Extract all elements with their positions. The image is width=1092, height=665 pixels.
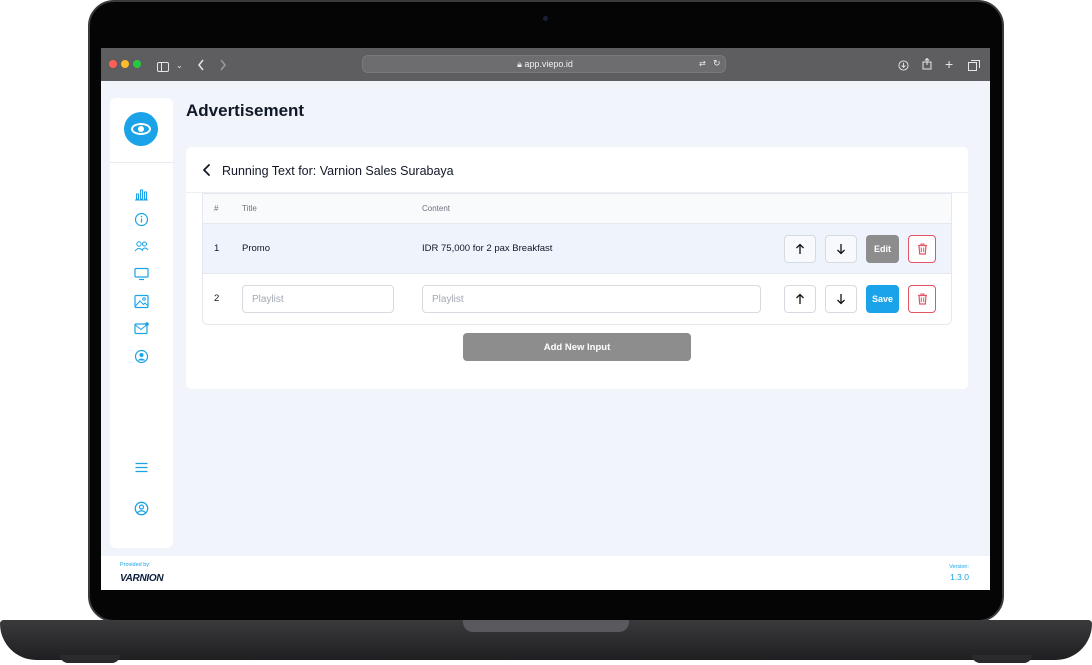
content-input[interactable]: [422, 285, 761, 313]
row-index: 2: [214, 293, 220, 304]
bar-chart-icon[interactable]: [134, 186, 149, 201]
move-down-button[interactable]: [825, 235, 857, 263]
card-title: Running Text for: Varnion Sales Surabaya: [222, 164, 454, 178]
user-circle-icon[interactable]: [134, 349, 149, 364]
page-title: Advertisement: [186, 101, 305, 120]
users-icon[interactable]: [134, 239, 149, 254]
close-window-button[interactable]: [109, 60, 117, 68]
sidebar: [110, 98, 173, 548]
header-title: Title: [242, 204, 257, 213]
new-tab-icon[interactable]: +: [945, 56, 953, 72]
arrow-down-icon: [837, 294, 845, 305]
camera: [543, 16, 548, 21]
reload-icon[interactable]: ↻: [713, 58, 721, 69]
trash-icon: [917, 243, 927, 255]
move-up-button[interactable]: [784, 285, 816, 313]
title-input[interactable]: [242, 285, 394, 313]
screen: ⌄ 🔒︎ app.viepo.id ⇄ ↻ + Advertisement Ru…: [101, 48, 990, 590]
row-title: Promo: [242, 243, 270, 254]
minimize-window-button[interactable]: [121, 60, 129, 68]
back-arrow-icon[interactable]: [202, 163, 212, 177]
mail-icon[interactable]: [134, 321, 149, 336]
laptop-foot-right: [972, 655, 1032, 663]
info-icon[interactable]: [134, 212, 149, 227]
monitor-icon[interactable]: [134, 266, 149, 281]
arrow-up-icon: [796, 293, 804, 304]
arrow-down-icon: [837, 244, 845, 255]
url-text: app.viepo.id: [524, 59, 573, 69]
laptop-notch: [463, 620, 629, 632]
header-content: Content: [422, 204, 451, 213]
share-icon[interactable]: [922, 57, 932, 75]
laptop-foot-left: [60, 655, 120, 663]
download-icon[interactable]: [898, 58, 909, 76]
app-logo[interactable]: [124, 112, 158, 146]
table-row: 2 Save: [203, 274, 951, 324]
provided-by-label: Provided by:: [120, 562, 151, 568]
table-header: # Title Content: [203, 194, 951, 224]
brand-logo: VARNION: [120, 573, 164, 584]
delete-button[interactable]: [908, 235, 936, 263]
back-nav-icon[interactable]: [197, 58, 205, 76]
add-new-input-button[interactable]: Add New Input: [463, 333, 691, 361]
image-icon[interactable]: [134, 294, 149, 309]
row-content: IDR 75,000 for 2 pax Breakfast: [422, 243, 553, 254]
address-bar[interactable]: 🔒︎ app.viepo.id ⇄ ↻: [362, 55, 726, 73]
chevron-down-icon[interactable]: ⌄: [176, 59, 183, 73]
sidebar-toggle-icon[interactable]: [157, 59, 169, 77]
maximize-window-button[interactable]: [133, 60, 141, 68]
edit-button[interactable]: Edit: [866, 235, 899, 263]
account-icon[interactable]: [134, 501, 149, 516]
menu-icon[interactable]: [134, 460, 149, 475]
footer: Provided by: VARNION Version: 1.3.0: [101, 556, 990, 590]
arrow-up-icon: [796, 243, 804, 254]
table-row: 1 Promo IDR 75,000 for 2 pax Breakfast E…: [203, 224, 951, 274]
lock-icon: 🔒︎: [517, 59, 522, 69]
running-text-table: # Title Content 1 Promo IDR 75,000 for 2…: [202, 193, 952, 325]
translate-icon[interactable]: ⇄: [699, 59, 706, 68]
version-value: 1.3.0: [950, 572, 969, 582]
move-up-button[interactable]: [784, 235, 816, 263]
move-down-button[interactable]: [825, 285, 857, 313]
version-label: Version:: [949, 564, 969, 570]
sidebar-divider: [110, 162, 173, 163]
forward-nav-icon[interactable]: [219, 58, 227, 76]
row-index: 1: [214, 243, 220, 254]
browser-toolbar: ⌄ 🔒︎ app.viepo.id ⇄ ↻ +: [101, 48, 990, 81]
trash-icon: [917, 293, 927, 305]
header-index: #: [214, 204, 219, 213]
tabs-overview-icon[interactable]: [968, 58, 980, 76]
running-text-card: Running Text for: Varnion Sales Surabaya…: [186, 147, 968, 389]
delete-button[interactable]: [908, 285, 936, 313]
save-button[interactable]: Save: [866, 285, 899, 313]
